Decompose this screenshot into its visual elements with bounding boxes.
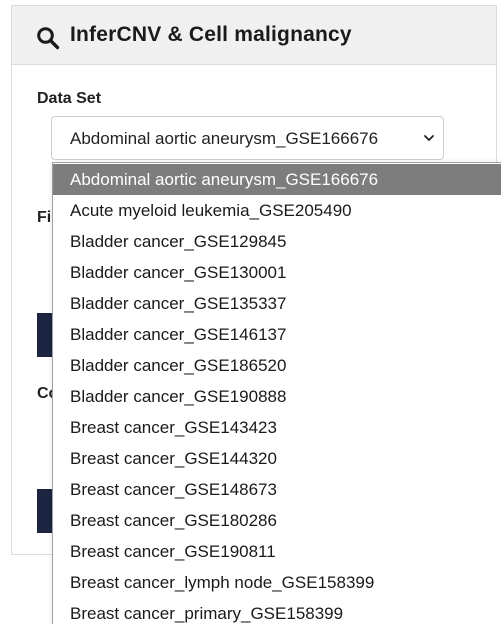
dataset-select[interactable]: Abdominal aortic aneurysm_GSE166676 — [51, 116, 444, 160]
dropdown-option[interactable]: Bladder cancer_GSE146137 — [53, 319, 501, 350]
chevron-down-icon — [424, 135, 434, 141]
dropdown-option[interactable]: Acute myeloid leukemia_GSE205490 — [53, 195, 501, 226]
dropdown-option[interactable]: Bladder cancer_GSE186520 — [53, 350, 501, 381]
dropdown-option[interactable]: Breast cancer_GSE148673 — [53, 474, 501, 505]
dropdown-option[interactable]: Breast cancer_GSE190811 — [53, 536, 501, 567]
panel-title: InferCNV & Cell malignancy — [70, 23, 352, 46]
dropdown-option[interactable]: Breast cancer_GSE143423 — [53, 412, 501, 443]
file-label: Fi — [37, 209, 52, 226]
dropdown-option[interactable]: Abdominal aortic aneurysm_GSE166676 — [53, 164, 501, 195]
dropdown-option[interactable]: Bladder cancer_GSE190888 — [53, 381, 501, 412]
dataset-label: Data Set — [37, 90, 102, 107]
dropdown-option[interactable]: Breast cancer_lymph node_GSE158399 — [53, 567, 501, 598]
dataset-select-value: Abdominal aortic aneurysm_GSE166676 — [70, 129, 379, 148]
dropdown-option[interactable]: Bladder cancer_GSE130001 — [53, 257, 501, 288]
dropdown-option[interactable]: Bladder cancer_GSE135337 — [53, 288, 501, 319]
dataset-dropdown-list[interactable]: Abdominal aortic aneurysm_GSE166676 Acut… — [52, 162, 501, 624]
panel-header: InferCNV & Cell malignancy — [12, 6, 496, 65]
dropdown-option[interactable]: Breast cancer_primary_GSE158399 — [53, 598, 501, 624]
search-icon — [37, 27, 60, 50]
dropdown-option[interactable]: Bladder cancer_GSE129845 — [53, 226, 501, 257]
dropdown-option[interactable]: Breast cancer_GSE180286 — [53, 505, 501, 536]
dropdown-option[interactable]: Breast cancer_GSE144320 — [53, 443, 501, 474]
